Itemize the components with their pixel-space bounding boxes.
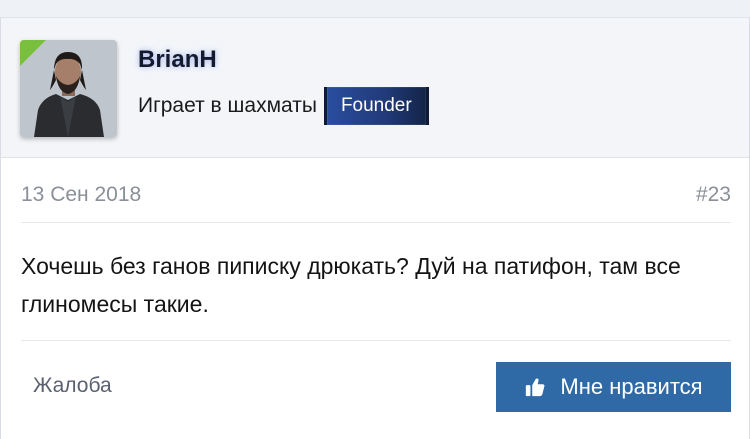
- online-indicator: [20, 40, 46, 66]
- divider: [21, 340, 731, 341]
- like-button[interactable]: Мне нравится: [496, 362, 731, 412]
- forum-post: BrianH Играет в шахматы Founder 13 Сен 2…: [0, 18, 750, 439]
- post-message: Хочешь без ганов пиписку дрюкать? Дуй на…: [21, 253, 681, 317]
- previous-post-edge: [0, 0, 750, 18]
- user-banner: Founder: [323, 87, 429, 125]
- like-button-label: Мне нравится: [560, 374, 703, 399]
- thumbs-up-icon: [524, 376, 546, 398]
- post-number[interactable]: #23: [696, 183, 731, 207]
- post-meta: 13 Сен 2018 #23: [21, 183, 731, 223]
- post-date[interactable]: 13 Сен 2018: [21, 183, 141, 207]
- user-title-row: Играет в шахматы Founder: [138, 87, 429, 125]
- user-title: Играет в шахматы: [138, 94, 317, 117]
- report-link[interactable]: Жалоба: [33, 374, 112, 398]
- avatar[interactable]: [20, 40, 117, 137]
- username[interactable]: BrianH: [138, 46, 217, 74]
- post-user-header: BrianH Играет в шахматы Founder: [1, 18, 749, 158]
